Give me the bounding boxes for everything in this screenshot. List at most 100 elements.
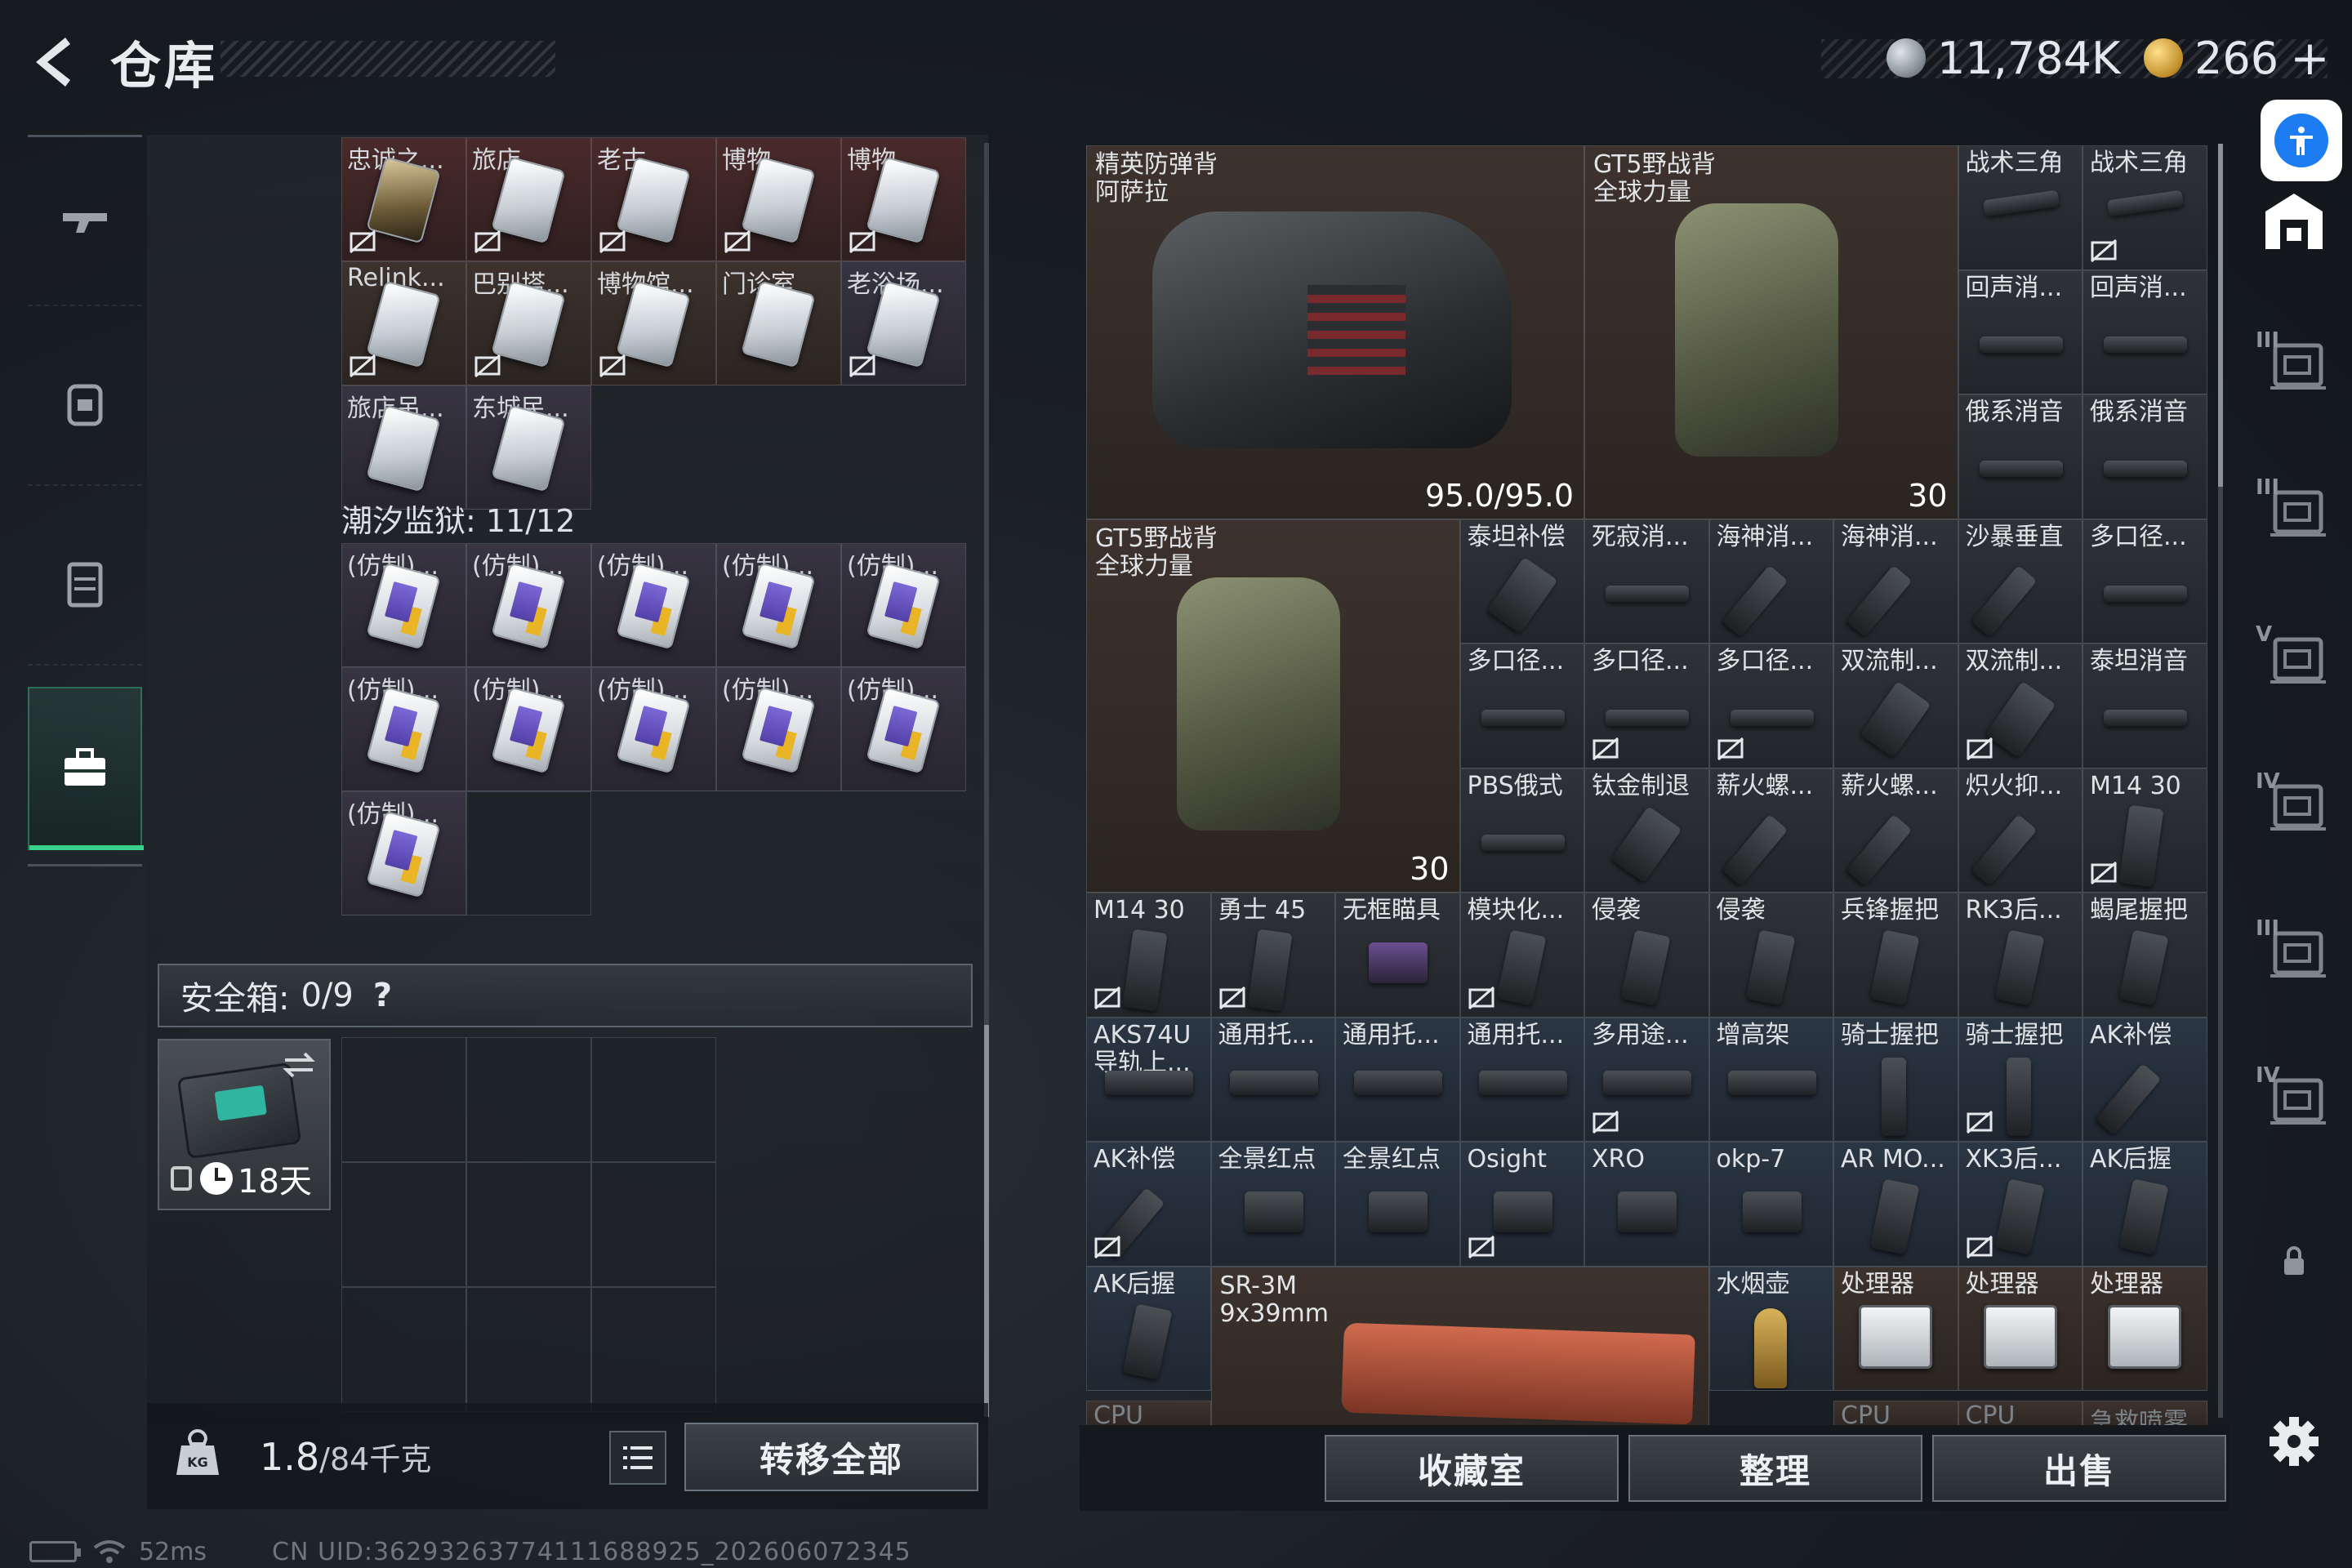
stash-item[interactable]: 全景红点 <box>1335 1142 1460 1267</box>
stash-item[interactable]: 通用托... <box>1335 1017 1460 1142</box>
partial-stash-item[interactable]: CPU <box>1086 1401 1211 1425</box>
partial-stash-item[interactable]: CPU <box>1833 1401 1958 1425</box>
fake-card-item[interactable]: (仿制)... <box>716 543 841 667</box>
stash-item[interactable]: 处理器 <box>2082 1266 2207 1391</box>
stash-item[interactable]: XK3后... <box>1958 1142 2082 1267</box>
stash-item[interactable]: 海神消... <box>1833 519 1958 644</box>
stash-item[interactable]: 处理器 <box>1958 1266 2082 1391</box>
elite-armor-vest-item[interactable]: 精英防弹背心 阿萨拉 95.0/95.0 <box>1086 145 1584 519</box>
safebox-empty-slot[interactable] <box>591 1287 716 1412</box>
transfer-all-button[interactable]: 转移全部 <box>684 1423 978 1491</box>
key-card-item[interactable]: 老浴场... <box>841 261 966 385</box>
stash-item[interactable]: 模块化... <box>1459 893 1584 1018</box>
storage-tab-4[interactable]: IV <box>2249 768 2339 841</box>
stash-item[interactable]: 多口径... <box>1708 644 1833 768</box>
stash-item[interactable]: Osight <box>1459 1142 1584 1267</box>
key-card-item[interactable]: 巴别塔... <box>466 261 591 385</box>
storage-tab-1[interactable]: III <box>2249 327 2339 400</box>
stash-item[interactable]: 蝎尾握把 <box>2082 893 2207 1018</box>
key-card-item[interactable]: 门诊室 <box>716 261 841 385</box>
key-card-item[interactable]: Relink... <box>341 261 466 385</box>
stash-item[interactable]: 死寂消... <box>1584 519 1709 644</box>
fake-card-item[interactable]: (仿制)... <box>341 791 466 915</box>
stash-item[interactable]: okp-7 <box>1708 1142 1833 1267</box>
safebox-empty-slot[interactable] <box>591 1162 716 1287</box>
gold-currency[interactable]: 266 + <box>2144 29 2330 87</box>
stash-item[interactable]: 侵袭 <box>1584 893 1709 1018</box>
fake-card-item[interactable]: (仿制)... <box>591 543 716 667</box>
stash-item[interactable]: AK后握 <box>1086 1266 1211 1391</box>
stash-home-tab[interactable] <box>2249 183 2339 256</box>
stash-item[interactable]: 多口径... <box>1584 644 1709 768</box>
left-scrollbar[interactable] <box>984 143 989 1417</box>
stash-item[interactable]: AK后握 <box>2082 1142 2207 1267</box>
stash-item[interactable]: 战术三角 <box>1958 145 2082 270</box>
storage-tab-5[interactable]: III <box>2249 915 2339 988</box>
settings-button[interactable] <box>2249 1405 2339 1478</box>
stash-item[interactable]: AR MO... <box>1833 1142 1958 1267</box>
stash-item[interactable]: AK补偿 <box>1086 1142 1211 1267</box>
stash-item[interactable]: PBS俄式 <box>1459 768 1584 893</box>
stash-item[interactable]: 泰坦补偿 <box>1459 519 1584 644</box>
safebox-empty-slot[interactable] <box>466 1037 591 1162</box>
list-view-button[interactable] <box>609 1431 666 1485</box>
safebox-empty-slot[interactable] <box>341 1162 466 1287</box>
rail-item-backpacks[interactable] <box>28 323 142 486</box>
stash-item[interactable]: 勇士 45 <box>1210 893 1335 1018</box>
fake-card-item[interactable]: (仿制)... <box>591 667 716 791</box>
right-scrollbar[interactable] <box>2218 144 2223 1418</box>
fake-card-item[interactable]: (仿制)... <box>466 667 591 791</box>
gt5-backpack-item[interactable]: GT5野战背包 全球力量 30 <box>1086 519 1460 893</box>
stash-item[interactable]: M14 30 <box>1086 893 1211 1018</box>
stash-item[interactable]: 多用途... <box>1584 1017 1709 1142</box>
stash-item[interactable]: RK3后... <box>1958 893 2082 1018</box>
stash-item[interactable]: 回声消... <box>1958 270 2082 394</box>
partial-stash-item[interactable]: 急救喷雾 <box>2082 1401 2207 1425</box>
stash-item[interactable]: 多口径... <box>1459 644 1584 768</box>
stash-item[interactable]: 俄系消音 <box>1958 394 2082 519</box>
fake-card-item[interactable]: (仿制)... <box>341 667 466 791</box>
key-card-item[interactable]: 博物... <box>841 137 966 261</box>
sr3m-rifle-item[interactable]: SR-3M 9x39mm <box>1210 1266 1709 1425</box>
stash-item[interactable]: 全景红点 <box>1210 1142 1335 1267</box>
sell-button[interactable]: 出售 <box>1932 1435 2226 1502</box>
partial-stash-item[interactable]: CPU <box>1958 1401 2082 1425</box>
storage-tab-2[interactable]: III <box>2249 474 2339 547</box>
rail-item-tools[interactable] <box>28 687 144 850</box>
stash-item[interactable]: 海神消... <box>1708 519 1833 644</box>
locked-tab[interactable] <box>2249 1225 2339 1298</box>
empty-slot[interactable] <box>466 791 591 915</box>
storage-tab-3[interactable]: V <box>2249 621 2339 694</box>
rail-item-weapons[interactable] <box>28 143 142 306</box>
stash-item[interactable]: 沙暴垂直 <box>1958 519 2082 644</box>
add-currency-icon[interactable]: + <box>2290 30 2330 86</box>
stash-item[interactable]: 骑士握把 <box>1958 1017 2082 1142</box>
key-card-item[interactable]: 博物馆... <box>591 261 716 385</box>
stash-item[interactable]: 多口径... <box>2082 519 2207 644</box>
stash-item[interactable]: 骑士握把 <box>1833 1017 1958 1142</box>
stash-item[interactable]: XRO <box>1584 1142 1709 1267</box>
fake-card-item[interactable]: (仿制)... <box>716 667 841 791</box>
key-card-item[interactable]: 旅店吊... <box>341 385 466 510</box>
safebox-help-button[interactable]: ? <box>373 977 392 1014</box>
stash-item[interactable]: 钛金制退 <box>1584 768 1709 893</box>
stash-item[interactable]: 战术三角 <box>2082 145 2207 270</box>
gt5-backpack-item[interactable]: GT5野战背包 全球力量 30 <box>1584 145 1958 519</box>
safebox-empty-slot[interactable] <box>591 1037 716 1162</box>
safebox-empty-slot[interactable] <box>466 1162 591 1287</box>
stash-item[interactable]: 薪火螺... <box>1708 768 1833 893</box>
stash-item[interactable]: 处理器 <box>1833 1266 1958 1391</box>
stash-item[interactable]: 通用托... <box>1210 1017 1335 1142</box>
key-card-item[interactable]: 东城民... <box>466 385 591 510</box>
safebox-empty-slot[interactable] <box>341 1287 466 1412</box>
fake-card-item[interactable]: (仿制)... <box>341 543 466 667</box>
key-card-item[interactable]: 博物... <box>716 137 841 261</box>
fake-card-item[interactable]: (仿制)... <box>841 667 966 791</box>
safebox-empty-slot[interactable] <box>341 1037 466 1162</box>
storage-tab-6[interactable]: IV <box>2249 1062 2339 1135</box>
key-card-item[interactable]: 老古... <box>591 137 716 261</box>
stash-item[interactable]: 薪火螺... <box>1833 768 1958 893</box>
stash-item[interactable]: 通用托... <box>1459 1017 1584 1142</box>
stash-item[interactable]: 增高架 <box>1708 1017 1833 1142</box>
safebox-container-item[interactable]: 18天 <box>158 1039 331 1210</box>
